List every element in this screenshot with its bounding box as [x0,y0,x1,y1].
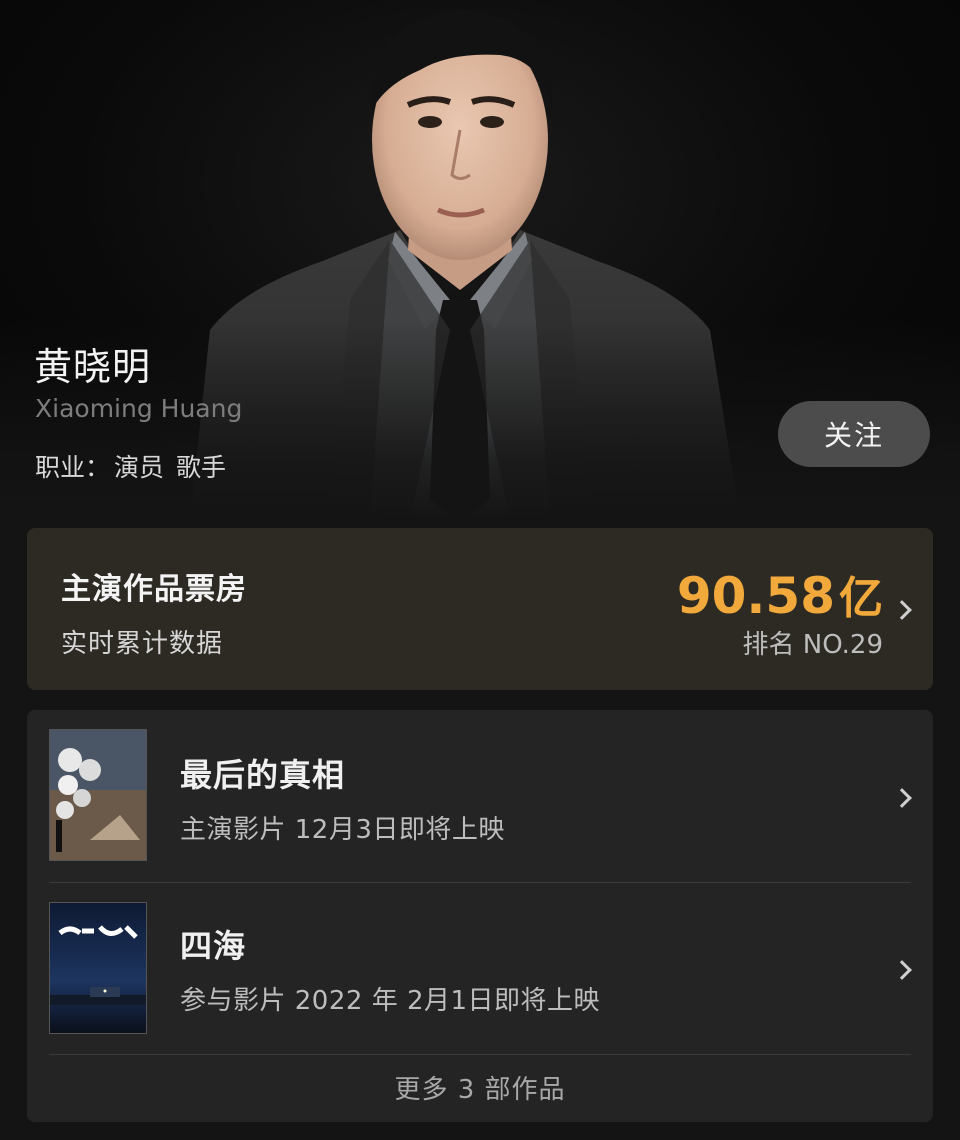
follow-button[interactable]: 关注 [778,401,930,467]
more-works-link[interactable]: 更多 3 部作品 [27,1069,933,1106]
chevron-right-icon [892,788,912,808]
box-office-unit: 亿 [839,573,883,624]
box-office-title: 主演作品票房 [61,572,247,607]
profession-item: 歌手 [175,453,226,482]
box-office-subtitle: 实时累计数据 [61,629,224,659]
works-card: 最后的真相 主演影片 12月3日即将上映 四海 参与影片 2022 年 2月1日… [27,710,933,1122]
actor-latin-name: Xiaoming Huang [35,394,243,423]
profession-item: 演员 [114,453,165,482]
actor-profession: 职业： 演员 歌手 [35,448,230,484]
divider [49,1054,911,1055]
work-item[interactable]: 最后的真相 主演影片 12月3日即将上映 [27,710,933,882]
box-office-card[interactable]: 主演作品票房 实时累计数据 90.58亿 排名 NO.29 [27,528,933,690]
chevron-right-icon [892,600,912,620]
work-description: 参与影片 2022 年 2月1日即将上映 [180,986,601,1016]
movie-poster-icon [49,729,147,861]
work-title: 四海 [180,927,247,965]
profession-label: 职业： [35,453,111,482]
box-office-value: 90.58亿 [677,562,883,626]
work-item[interactable]: 四海 参与影片 2022 年 2月1日即将上映 [27,882,933,1054]
chevron-right-icon [892,960,912,980]
work-description: 主演影片 12月3日即将上映 [180,815,505,845]
work-title: 最后的真相 [180,756,346,794]
box-office-amount: 90.58 [676,567,835,625]
actor-hero: 黄晓明 Xiaoming Huang 职业： 演员 歌手 关注 [0,0,960,520]
actor-name: 黄晓明 [34,345,152,389]
box-office-rank: 排名 NO.29 [742,630,883,660]
movie-poster-icon [49,902,147,1034]
